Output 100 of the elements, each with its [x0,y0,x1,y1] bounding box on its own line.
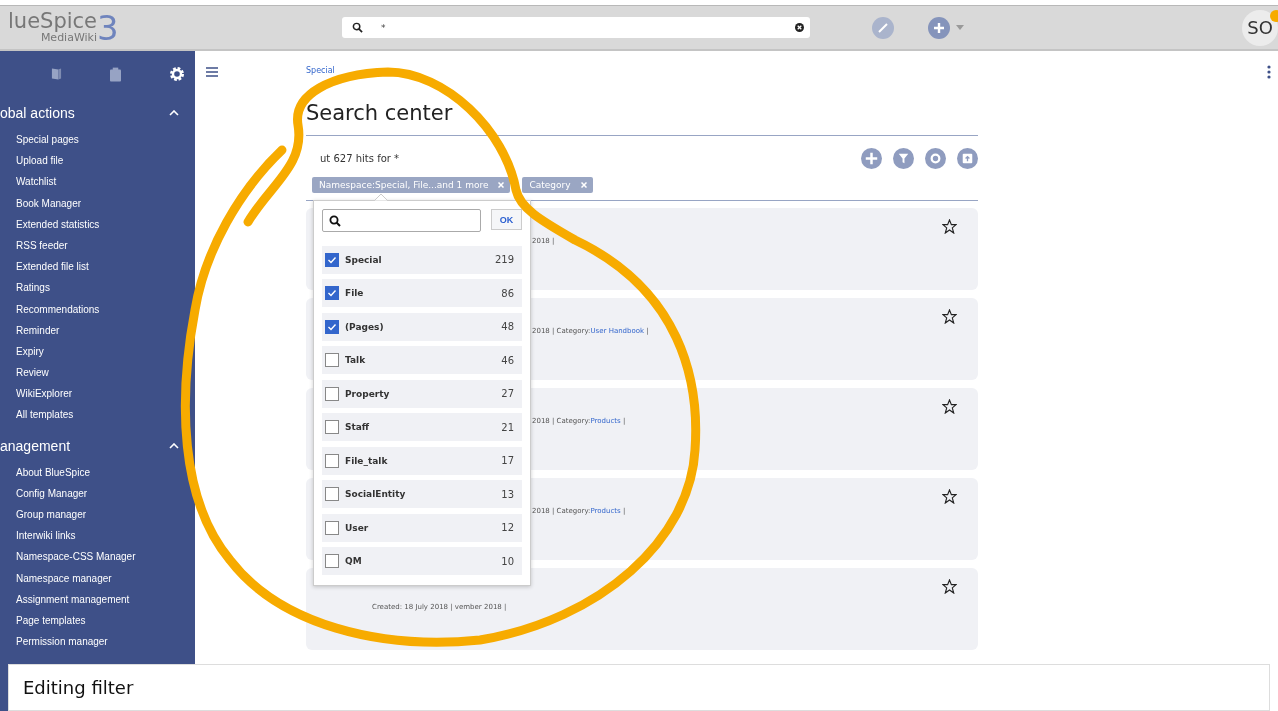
option-label: (Pages) [345,321,385,332]
page-title: Search center [306,101,978,136]
option-count: 12 [501,522,514,533]
sidebar-link[interactable]: All templates [0,404,195,426]
filter-option[interactable]: Special 219 [322,245,522,274]
settings-icon[interactable] [169,66,185,82]
sidebar-link[interactable]: Extended statistics [0,213,195,235]
chevron-icon[interactable] [169,110,179,116]
user-avatar[interactable]: SO [1242,9,1278,46]
filter-option[interactable]: QM 10 [322,547,522,575]
sidebar-link[interactable]: Recommendations [0,298,195,320]
filter-option[interactable]: File_talk 17 [322,446,522,475]
caption: Editing filter [8,664,1270,711]
section-heading: obal actions [0,105,75,121]
star-icon[interactable] [942,489,957,504]
filter-option[interactable]: SocialEntity 13 [322,480,522,508]
filter-option[interactable]: (Pages) 48 [322,312,522,341]
option-count: 86 [501,287,514,299]
book-icon[interactable] [51,67,62,81]
export-button[interactable] [957,148,978,169]
checkbox[interactable] [325,453,339,468]
filter-search-field[interactable] [322,209,481,232]
sidebar-link[interactable]: Watchlist [0,171,195,193]
chevron-icon[interactable] [169,442,179,449]
option-label: File_talk [345,455,389,466]
sidebar-link[interactable]: Namespace manager [0,567,195,589]
option-label: Staff [345,422,371,432]
search-icon [352,22,363,33]
check-icon [327,254,337,265]
checkbox[interactable] [325,319,339,334]
sidebar-link[interactable]: Config Manager [0,482,195,504]
filter-option[interactable]: User 12 [322,513,522,542]
sidebar-link[interactable]: Assignment management [0,588,195,610]
option-label: File [345,288,365,298]
sidebar-link[interactable]: Book Manager [0,192,195,214]
option-count: 21 [501,421,514,433]
breadcrumb-link[interactable]: Special [306,66,978,75]
option-count: 10 [501,555,514,567]
sidebar-link[interactable]: Interwiki links [0,525,195,547]
sidebar-link[interactable]: About BlueSpice [0,461,195,483]
star-icon[interactable] [942,309,957,324]
checkbox[interactable] [325,386,339,401]
sidebar-link[interactable]: Extended file list [0,256,195,278]
option-label: Special [345,254,383,265]
checkbox[interactable] [325,487,339,501]
star-icon[interactable] [942,219,957,234]
filter-button[interactable] [893,148,914,169]
edit-button[interactable] [872,16,894,39]
sidebar-link[interactable]: WikiExplorer [0,383,195,405]
check-icon [327,321,337,332]
option-label: QM [345,556,363,566]
add-button[interactable] [928,16,950,39]
option-count: 13 [501,488,514,500]
option-label: Talk [345,355,367,365]
sidebar-link[interactable]: Page templates [0,609,195,632]
search-icon [329,214,341,227]
option-label: User [345,522,370,533]
option-count: 48 [501,321,514,332]
filter-option[interactable]: Talk 46 [322,346,522,374]
sidebar-link[interactable]: Permission manager [0,631,195,653]
clipboard-icon[interactable] [110,66,121,82]
star-icon[interactable] [942,579,957,594]
option-label: SocialEntity [345,489,407,499]
option-count: 219 [494,254,514,265]
sidebar-link[interactable]: RSS feeder [0,234,195,257]
hits-count: ut 627 hits for * [319,153,400,164]
add-filter-button[interactable] [861,148,882,169]
caret-icon[interactable] [956,25,964,30]
section-heading: anagement [0,437,71,454]
menu-icon[interactable] [206,67,218,77]
checkbox[interactable] [325,420,339,434]
option-count: 27 [501,388,514,399]
checkbox[interactable] [325,286,339,300]
close-icon[interactable] [580,182,587,188]
option-count: 46 [501,354,514,366]
check-icon [327,288,337,298]
option-count: 17 [501,455,514,466]
close-icon[interactable] [498,182,505,188]
sidebar-link[interactable]: Group manager [0,504,195,526]
sidebar-link[interactable]: Upload file [0,150,195,172]
checkbox[interactable] [325,554,339,568]
sidebar-link[interactable]: Review [0,362,195,384]
filter-option[interactable]: File 86 [322,279,522,307]
more-icon[interactable] [1267,65,1271,79]
ok-button[interactable]: OK [491,209,522,230]
checkbox[interactable] [325,353,339,367]
sidebar-link[interactable]: Expiry [0,340,195,363]
settings-button[interactable] [925,148,946,169]
sidebar-link[interactable]: Ratings [0,277,195,299]
checkbox[interactable] [325,252,339,267]
search-field[interactable]: * [342,17,810,38]
option-label: Property [345,388,391,399]
sidebar-link[interactable]: Special pages [0,129,195,151]
filter-option[interactable]: Property 27 [322,379,522,408]
clear-icon[interactable] [795,23,804,32]
star-icon[interactable] [942,399,957,414]
checkbox[interactable] [325,520,339,535]
filter-option[interactable]: Staff 21 [322,413,522,441]
sidebar-link[interactable]: Reminder [0,319,195,341]
sidebar-link[interactable]: Namespace-CSS Manager [0,546,195,568]
